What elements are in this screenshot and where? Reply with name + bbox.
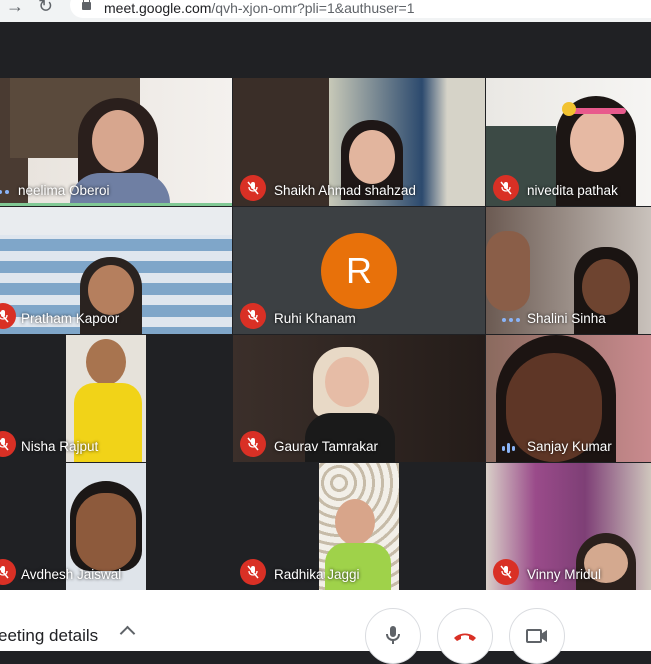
speaking-dots-icon bbox=[502, 318, 520, 322]
mic-off-icon bbox=[493, 559, 519, 585]
participant-grid: neelima Oberoi Shaikh Ahmad shahzad nive… bbox=[0, 78, 651, 590]
participant-name: Nisha Rajput bbox=[21, 439, 99, 454]
participant-tile[interactable]: Vinny Mridul bbox=[486, 463, 651, 590]
participant-tile[interactable]: nivedita pathak bbox=[486, 78, 651, 206]
mic-off-icon bbox=[240, 431, 266, 457]
participant-tile[interactable]: Radhika Jaggi bbox=[233, 463, 485, 590]
end-call-button[interactable] bbox=[437, 608, 493, 664]
participant-name: Avdhesh Jaiswal bbox=[21, 567, 122, 582]
participant-name: Pratham Kapoor bbox=[21, 311, 120, 326]
mic-off-icon bbox=[493, 175, 519, 201]
participant-name: Shaikh Ahmad shahzad bbox=[274, 183, 416, 198]
participant-name: Gaurav Tamrakar bbox=[274, 439, 379, 454]
participant-tile[interactable]: Avdhesh Jaiswal bbox=[0, 463, 232, 590]
active-speaker-indicator bbox=[0, 203, 232, 206]
participant-name: Shalini Sinha bbox=[527, 311, 606, 326]
forward-arrow-icon[interactable]: → bbox=[6, 0, 24, 16]
participant-name: neelima Oberoi bbox=[18, 183, 110, 198]
speaking-dots-icon bbox=[0, 190, 9, 194]
chevron-up-icon[interactable] bbox=[119, 625, 136, 642]
participant-name: Radhika Jaggi bbox=[274, 567, 360, 582]
meeting-details-label[interactable]: eeting details bbox=[0, 626, 98, 646]
mic-off-icon bbox=[240, 175, 266, 201]
lock-icon bbox=[82, 0, 91, 10]
participant-tile[interactable]: Gaurav Tamrakar bbox=[233, 335, 485, 462]
participant-name: Ruhi Khanam bbox=[274, 311, 356, 326]
camera-button[interactable] bbox=[509, 608, 565, 664]
participant-tile[interactable]: Sanjay Kumar bbox=[486, 335, 651, 462]
participant-tile[interactable]: R Ruhi Khanam bbox=[233, 207, 485, 334]
url-text: meet.google.com/qvh-xjon-omr?pli=1&authu… bbox=[104, 0, 415, 16]
end-call-icon bbox=[454, 633, 476, 641]
address-bar[interactable]: meet.google.com/qvh-xjon-omr?pli=1&authu… bbox=[70, 0, 651, 18]
reload-icon[interactable]: ↻ bbox=[38, 0, 53, 16]
microphone-button[interactable] bbox=[365, 608, 421, 664]
microphone-icon bbox=[386, 626, 400, 644]
participant-tile[interactable]: Shaikh Ahmad shahzad bbox=[233, 78, 485, 206]
avatar: R bbox=[321, 233, 397, 309]
speaking-bars-icon bbox=[502, 443, 515, 453]
browser-toolbar: → ↻ meet.google.com/qvh-xjon-omr?pli=1&a… bbox=[0, 0, 651, 22]
participant-tile[interactable]: Nisha Rajput bbox=[0, 335, 232, 462]
mic-off-icon bbox=[240, 303, 266, 329]
participant-tile[interactable]: neelima Oberoi bbox=[0, 78, 232, 206]
participant-name: nivedita pathak bbox=[527, 183, 618, 198]
participant-name: Vinny Mridul bbox=[527, 567, 602, 582]
participant-tile[interactable]: Shalini Sinha bbox=[486, 207, 651, 334]
mic-off-icon bbox=[240, 559, 266, 585]
participant-name: Sanjay Kumar bbox=[527, 439, 612, 454]
camera-icon bbox=[526, 629, 547, 643]
participant-tile[interactable]: Pratham Kapoor bbox=[0, 207, 232, 334]
meeting-controls-bar: eeting details bbox=[0, 590, 651, 664]
